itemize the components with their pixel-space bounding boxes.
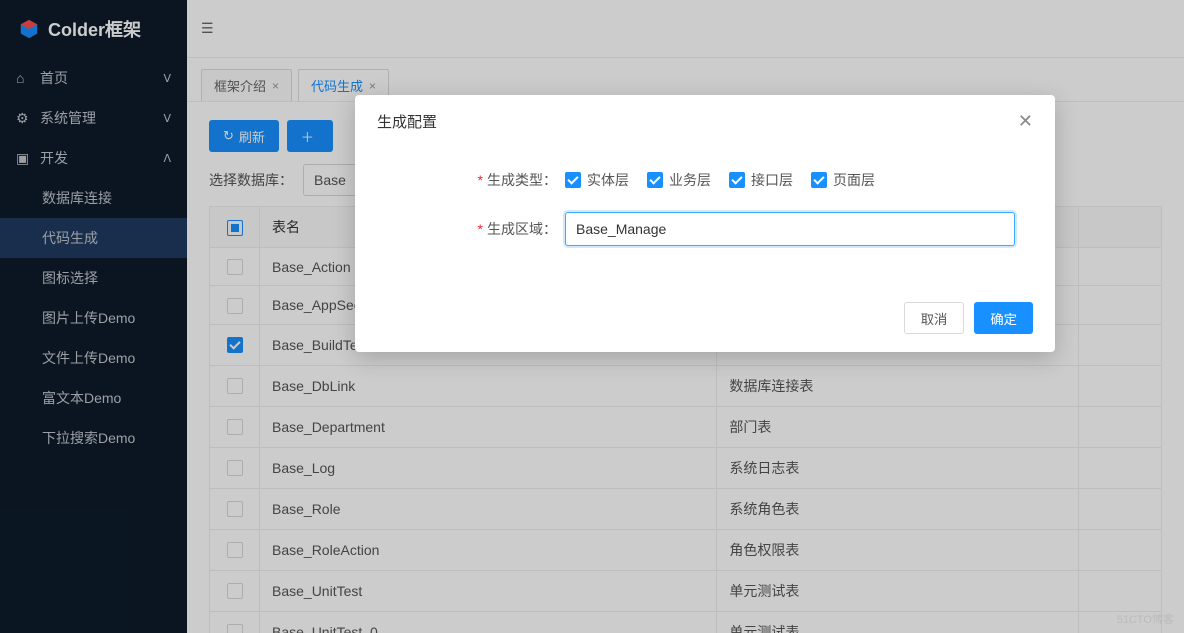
form-row-area: *生成区域： xyxy=(395,212,1015,246)
cancel-button[interactable]: 取消 xyxy=(904,302,965,334)
checkbox-icon xyxy=(811,172,827,188)
type-label: 生成类型： xyxy=(487,172,557,188)
checkbox-icon xyxy=(729,172,745,188)
area-label: 生成区域： xyxy=(487,221,557,237)
checkbox-icon xyxy=(647,172,663,188)
area-input[interactable] xyxy=(565,212,1015,246)
modal-title: 生成配置 xyxy=(377,111,437,132)
modal-footer: 取消 确定 xyxy=(355,288,1055,352)
watermark: 51CTO博客 xyxy=(1117,611,1174,627)
checkbox-icon xyxy=(565,172,581,188)
checkbox-page[interactable]: 页面层 xyxy=(811,170,875,190)
ok-button[interactable]: 确定 xyxy=(974,302,1033,334)
modal-header: 生成配置 ✕ xyxy=(355,95,1055,148)
close-icon[interactable]: ✕ xyxy=(1018,111,1033,132)
checkbox-interface[interactable]: 接口层 xyxy=(729,170,793,190)
checkbox-business[interactable]: 业务层 xyxy=(647,170,711,190)
form-row-type: *生成类型： 实体层 业务层 接口层 页面层 xyxy=(395,170,1015,190)
checkbox-entity[interactable]: 实体层 xyxy=(565,170,629,190)
generate-config-modal: 生成配置 ✕ *生成类型： 实体层 业务层 接口层 页面层 *生成区域： 取消 … xyxy=(355,95,1055,352)
